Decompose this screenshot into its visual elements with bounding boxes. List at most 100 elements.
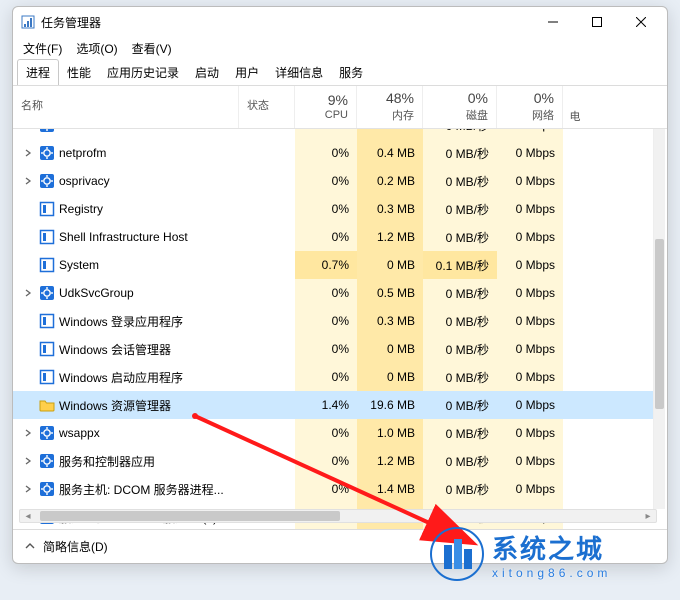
- horizontal-scrollbar[interactable]: ◂ ▸: [19, 509, 657, 523]
- process-row[interactable]: 服务主机: DCOM 服务器进程...0%1.4 MB0 MB/秒0 Mbps: [13, 475, 655, 503]
- memory-cell: 0 MB: [357, 335, 423, 363]
- process-name-cell[interactable]: System: [13, 251, 239, 279]
- process-row[interactable]: UdkSvcGroup0%0.5 MB0 MB/秒0 Mbps: [13, 279, 655, 307]
- minimize-button[interactable]: [531, 7, 575, 37]
- tab-1[interactable]: 性能: [59, 60, 99, 85]
- scroll-right-arrow[interactable]: ▸: [640, 510, 656, 522]
- memory-cell: 1.0 MB: [357, 419, 423, 447]
- process-name-cell[interactable]: Windows 会话管理器: [13, 335, 239, 363]
- process-name-cell[interactable]: 服务主机: DCOM 服务器进程...: [13, 475, 239, 503]
- tab-5[interactable]: 详细信息: [267, 60, 331, 85]
- tab-bar: 进程性能应用历史记录启动用户详细信息服务: [13, 59, 667, 85]
- scrollbar-thumb[interactable]: [40, 511, 340, 521]
- menu-file[interactable]: 文件(F): [23, 40, 62, 57]
- status-cell: [239, 475, 295, 503]
- process-row[interactable]: osprivacy0%0.2 MB0 MB/秒0 Mbps: [13, 167, 655, 195]
- service-icon: [39, 145, 55, 161]
- process-name-cell[interactable]: Shell Infrastructure Host: [13, 223, 239, 251]
- expand-chevron-icon[interactable]: [21, 289, 35, 297]
- process-name-cell[interactable]: Windows 启动应用程序: [13, 363, 239, 391]
- process-icon: [39, 313, 55, 329]
- close-button[interactable]: [619, 7, 663, 37]
- tab-6[interactable]: 服务: [331, 60, 371, 85]
- col-header-network[interactable]: 0%网络: [497, 86, 563, 128]
- process-row[interactable]: Windows 启动应用程序0%0 MB0 MB/秒0 Mbps: [13, 363, 655, 391]
- disk-cell: 0 MB/秒: [423, 195, 497, 223]
- process-row[interactable]: Shell Infrastructure Host0%1.2 MB0 MB/秒0…: [13, 223, 655, 251]
- cpu-cell: 1.4%: [295, 391, 357, 419]
- process-icon: [39, 201, 55, 217]
- col-header-status[interactable]: 状态: [239, 86, 295, 128]
- memory-cell: 0 MB: [357, 363, 423, 391]
- disk-cell: 0 MB/秒: [423, 447, 497, 475]
- col-header-power[interactable]: 电: [563, 86, 587, 128]
- process-name-cell[interactable]: Windows 登录应用程序: [13, 307, 239, 335]
- brief-details-button[interactable]: 简略信息(D): [43, 538, 108, 555]
- col-header-disk[interactable]: 0%磁盘: [423, 86, 497, 128]
- process-row[interactable]: Windows 登录应用程序0%0.3 MB0 MB/秒0 Mbps: [13, 307, 655, 335]
- process-name: Windows 资源管理器: [59, 397, 171, 414]
- process-row[interactable]: Windows 会话管理器0%0 MB0 MB/秒0 Mbps: [13, 335, 655, 363]
- process-name-cell[interactable]: osprivacy: [13, 167, 239, 195]
- network-cell: 0 Mbps: [497, 419, 563, 447]
- status-cell: [239, 195, 295, 223]
- process-name-cell[interactable]: UdkSvcGroup: [13, 279, 239, 307]
- expand-chevron-icon[interactable]: [21, 149, 35, 157]
- status-cell: [239, 223, 295, 251]
- vertical-scrollbar[interactable]: [653, 129, 665, 509]
- process-name-cell[interactable]: 服务和控制器应用: [13, 447, 239, 475]
- disk-cell: 0 MB/秒: [423, 475, 497, 503]
- process-name-cell[interactable]: Registry: [13, 195, 239, 223]
- status-cell: [239, 363, 295, 391]
- process-row[interactable]: Windows 资源管理器1.4%19.6 MB0 MB/秒0 Mbps: [13, 391, 655, 419]
- expand-chevron-icon[interactable]: [21, 457, 35, 465]
- process-name: UdkSvcGroup: [59, 286, 134, 300]
- disk-cell: 0 MB/秒: [423, 223, 497, 251]
- process-name: Windows 会话管理器: [59, 341, 171, 358]
- service-icon: [39, 425, 55, 441]
- task-manager-window: 任务管理器 文件(F) 选项(O) 查看(V) 进程性能应用历史记录启动用户详细…: [12, 6, 668, 564]
- col-header-memory[interactable]: 48%内存: [357, 86, 423, 128]
- scrollbar-thumb[interactable]: [655, 239, 664, 409]
- status-cell: [239, 391, 295, 419]
- disk-cell: 0 MB/秒: [423, 335, 497, 363]
- col-header-name[interactable]: 名称: [13, 86, 239, 128]
- network-cell: 0 Mbps: [497, 363, 563, 391]
- process-name: osprivacy: [59, 174, 110, 188]
- col-header-cpu[interactable]: 9%CPU: [295, 86, 357, 128]
- cpu-cell: 0%: [295, 167, 357, 195]
- collapse-icon[interactable]: [23, 542, 37, 552]
- maximize-button[interactable]: [575, 7, 619, 37]
- menu-options[interactable]: 选项(O): [76, 40, 117, 57]
- expand-chevron-icon[interactable]: [21, 177, 35, 185]
- process-name-cell[interactable]: wsappx: [13, 419, 239, 447]
- tab-4[interactable]: 用户: [227, 60, 267, 85]
- titlebar[interactable]: 任务管理器: [13, 7, 667, 37]
- cpu-cell: 0%: [295, 195, 357, 223]
- process-name-cell[interactable]: netprofm: [13, 139, 239, 167]
- process-name-cell[interactable]: LocalServiceNoNetworkFirew...: [13, 129, 239, 139]
- process-row[interactable]: System0.7%0 MB0.1 MB/秒0 Mbps: [13, 251, 655, 279]
- cpu-cell: 0%: [295, 139, 357, 167]
- network-cell: 0 Mbps: [497, 475, 563, 503]
- tab-0[interactable]: 进程: [17, 59, 59, 86]
- process-row[interactable]: wsappx0%1.0 MB0 MB/秒0 Mbps: [13, 419, 655, 447]
- expand-chevron-icon[interactable]: [21, 485, 35, 493]
- process-name-cell[interactable]: Windows 资源管理器: [13, 391, 239, 419]
- tab-3[interactable]: 启动: [187, 60, 227, 85]
- scroll-left-arrow[interactable]: ◂: [20, 510, 36, 522]
- network-cell: 0 Mbps: [497, 335, 563, 363]
- process-row[interactable]: 服务和控制器应用0%1.2 MB0 MB/秒0 Mbps: [13, 447, 655, 475]
- process-name: 服务主机: DCOM 服务器进程...: [59, 481, 224, 498]
- process-row[interactable]: LocalServiceNoNetworkFirew...0%0.3 MB0 M…: [13, 129, 655, 139]
- menu-view[interactable]: 查看(V): [132, 40, 172, 57]
- footer: 简略信息(D): [13, 529, 667, 563]
- expand-chevron-icon[interactable]: [21, 429, 35, 437]
- process-row[interactable]: netprofm0%0.4 MB0 MB/秒0 Mbps: [13, 139, 655, 167]
- process-name: Windows 启动应用程序: [59, 369, 183, 386]
- process-list[interactable]: LocalServiceNoNetworkFirew...0%0.3 MB0 M…: [13, 129, 667, 529]
- memory-cell: 0.2 MB: [357, 167, 423, 195]
- tab-2[interactable]: 应用历史记录: [99, 60, 187, 85]
- process-row[interactable]: Registry0%0.3 MB0 MB/秒0 Mbps: [13, 195, 655, 223]
- memory-cell: 0.4 MB: [357, 139, 423, 167]
